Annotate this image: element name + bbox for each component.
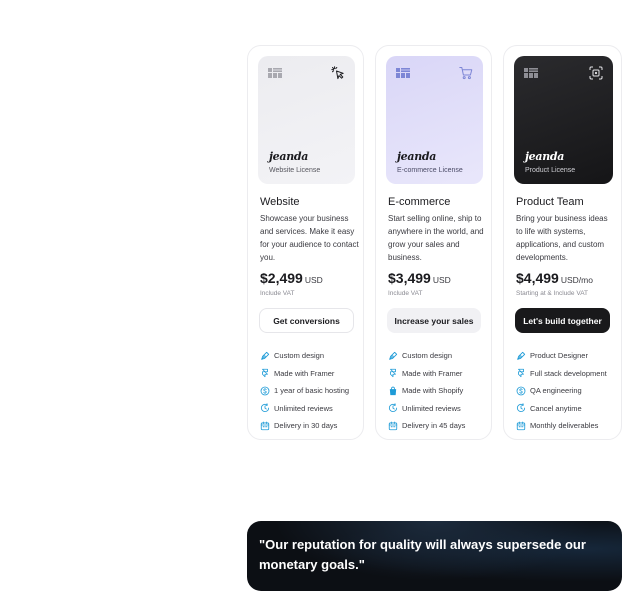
feature-item: Delivery in 30 days [260, 417, 349, 435]
feature-label: Product Designer [530, 351, 588, 361]
feature-item: Made with Shopify [388, 382, 465, 400]
feature-label: QA engineering [530, 386, 582, 396]
feature-item: Monthly deliverables [516, 417, 607, 435]
plan-description: Start selling online, ship to anywhere i… [388, 214, 484, 262]
license-label: Website License [269, 167, 321, 174]
dollar-icon [260, 386, 270, 396]
feature-label: Full stack development [530, 368, 607, 378]
testimonial-card: "Our reputation for quality will always … [247, 521, 622, 591]
testimonial-quote: "Our reputation for quality will always … [259, 537, 586, 572]
price-currency: USD [304, 275, 323, 285]
brand-logo: jeanda [525, 150, 565, 163]
feature-label: Made with Framer [274, 368, 335, 378]
plan-price: $4,499 USD/mo [516, 270, 593, 288]
feature-item: 1 year of basic hosting [260, 382, 349, 400]
feature-item: Cancel anytime [516, 400, 607, 418]
plan-name: E-commerce [388, 196, 451, 208]
plan-price: $3,499 USD [388, 270, 451, 288]
vat-note: Include VAT [388, 290, 423, 297]
get-conversions-button[interactable]: Get conversions [259, 308, 354, 333]
feature-item: Custom design [260, 347, 349, 365]
feature-label: Custom design [274, 351, 325, 361]
pen-tool-icon [260, 351, 270, 361]
license-hero: jeanda Website License [258, 56, 355, 184]
vat-note: Starting at & Include VAT [516, 290, 589, 297]
calendar-icon [388, 421, 398, 431]
pen-tool-icon [516, 351, 526, 361]
framer-icon [260, 368, 270, 378]
plan-name: Product Team [516, 196, 584, 208]
brand-logo: jeanda [269, 150, 309, 163]
feature-label: Monthly deliverables [530, 421, 599, 431]
plan-price: $2,499 USD [260, 270, 323, 288]
layout-grid-icon [524, 68, 538, 78]
brand-logo: jeanda [397, 150, 437, 163]
feature-item: Product Designer [516, 347, 607, 365]
framer-icon [388, 368, 398, 378]
feature-item: Full stack development [516, 365, 607, 383]
cursor-click-icon [331, 66, 345, 80]
price-amount: $2,499 [260, 270, 303, 286]
feature-list: Custom design Made with Framer 1 year of… [260, 347, 349, 435]
license-hero: jeanda Product License [514, 56, 613, 184]
feature-label: Delivery in 30 days [274, 421, 338, 431]
feature-item: Made with Framer [388, 365, 465, 383]
feature-item: Custom design [388, 347, 465, 365]
pricing-card-website: jeanda Website License Website Showcase … [247, 45, 364, 440]
pen-tool-icon [388, 351, 398, 361]
calendar-icon [260, 421, 270, 431]
feature-item: Unlimited reviews [260, 400, 349, 418]
cart-icon [459, 66, 473, 80]
feature-label: 1 year of basic hosting [274, 386, 350, 396]
feature-item: Unlimited reviews [388, 400, 465, 418]
feature-label: Cancel anytime [530, 403, 582, 413]
dollar-icon [516, 386, 526, 396]
calendar-icon [516, 421, 526, 431]
plan-description: Showcase your business and services. Mak… [260, 214, 359, 262]
license-label: Product License [525, 167, 576, 174]
feature-label: Unlimited reviews [402, 403, 461, 413]
feature-label: Delivery in 45 days [402, 421, 466, 431]
shopify-icon [388, 386, 398, 396]
feature-item: QA engineering [516, 382, 607, 400]
feature-label: Made with Framer [402, 368, 463, 378]
plan-name: Website [260, 196, 300, 208]
feature-list: Product Designer Full stack development … [516, 347, 607, 435]
feature-label: Custom design [402, 351, 453, 361]
price-currency: USD [432, 275, 451, 285]
plan-description: Bring your business ideas to life with s… [516, 214, 608, 262]
layout-grid-icon [396, 68, 410, 78]
license-label: E-commerce License [397, 167, 463, 174]
pricing-card-product-team: jeanda Product License Product Team Brin… [503, 45, 622, 440]
price-amount: $4,499 [516, 270, 559, 286]
price-currency: USD/mo [560, 275, 593, 285]
feature-list: Custom design Made with Framer Made with… [388, 347, 465, 435]
feature-label: Unlimited reviews [274, 403, 333, 413]
target-icon [589, 66, 603, 80]
lets-build-together-button[interactable]: Let's build together [515, 308, 610, 333]
feature-item: Made with Framer [260, 365, 349, 383]
refresh-clock-icon [516, 403, 526, 413]
feature-item: Delivery in 45 days [388, 417, 465, 435]
refresh-clock-icon [260, 403, 270, 413]
pricing-card-ecommerce: jeanda E-commerce License E-commerce Sta… [375, 45, 492, 440]
framer-icon [516, 368, 526, 378]
increase-your-sales-button[interactable]: Increase your sales [387, 308, 481, 333]
layout-grid-icon [268, 68, 282, 78]
feature-label: Made with Shopify [402, 386, 464, 396]
license-hero: jeanda E-commerce License [386, 56, 483, 184]
vat-note: Include VAT [260, 290, 295, 297]
refresh-clock-icon [388, 403, 398, 413]
price-amount: $3,499 [388, 270, 431, 286]
